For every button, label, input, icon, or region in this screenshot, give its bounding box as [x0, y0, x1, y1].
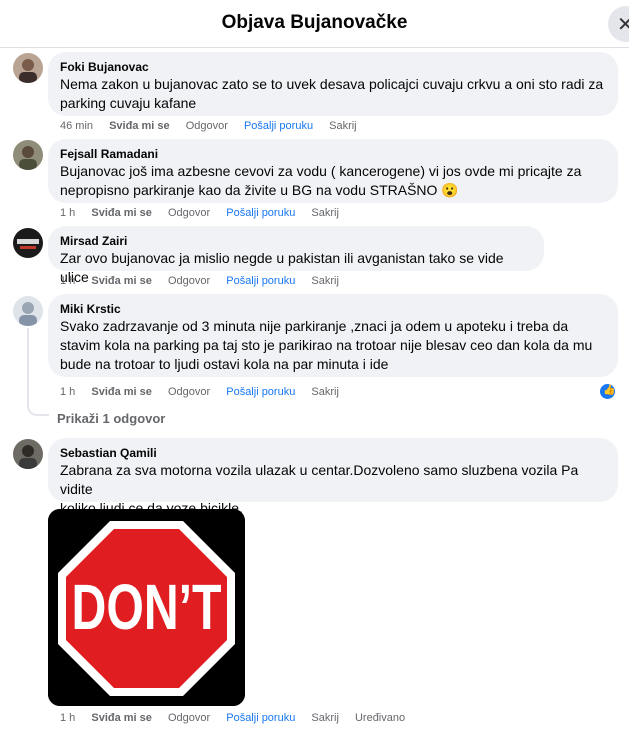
- like-button[interactable]: Sviđa mi se: [91, 275, 152, 287]
- hide-button[interactable]: Sakrij: [311, 207, 339, 219]
- hide-button[interactable]: Sakrij: [311, 386, 339, 398]
- comment-text-line: Nema zakon u bujanovac zato se to uvek d…: [60, 76, 604, 92]
- dialog-title: Objava Bujanovačke: [221, 12, 408, 33]
- avatar[interactable]: [13, 228, 43, 258]
- comment-author[interactable]: Sebastian Qamili: [60, 445, 606, 461]
- comment-actions: 1 h Sviđa mi se Odgovor Pošalji poruku S…: [60, 386, 352, 398]
- thumbs-up-icon: 👍: [603, 385, 616, 396]
- comment-actions: 1 h Sviđa mi se Odgovor Pošalji poruku S…: [60, 207, 352, 219]
- avatar[interactable]: [13, 439, 43, 469]
- dialog-header: Objava Bujanovačke ✕: [0, 0, 629, 48]
- comment-author[interactable]: Miki Krstic: [60, 301, 606, 317]
- hide-button[interactable]: Sakrij: [311, 275, 339, 287]
- send-message-button[interactable]: Pošalji poruku: [226, 207, 295, 219]
- comment-text-line: nepropisno parkiranje kao da živite u BG…: [60, 182, 459, 198]
- comment-bubble: Foki Bujanovac Nema zakon u bujanovac za…: [48, 52, 618, 116]
- comment-time[interactable]: 1 h: [60, 386, 75, 398]
- comment-text-line: stavim kola na parking pa taj sto je par…: [60, 337, 593, 353]
- hide-button[interactable]: Sakrij: [329, 120, 357, 132]
- comment-author[interactable]: Mirsad Zairi: [60, 233, 532, 249]
- thread-line: [27, 328, 29, 408]
- avatar[interactable]: [13, 296, 43, 326]
- hide-button[interactable]: Sakrij: [311, 712, 339, 724]
- like-button[interactable]: Sviđa mi se: [91, 386, 152, 398]
- comment-time[interactable]: 1 h: [60, 712, 75, 724]
- comment-text-line: parking cuvaju kafane: [60, 95, 197, 111]
- avatar[interactable]: [13, 140, 43, 170]
- close-icon: ✕: [617, 12, 629, 36]
- comment-image[interactable]: DON’T: [48, 509, 245, 706]
- comment-time[interactable]: 1 h: [60, 207, 75, 219]
- comment-actions: 1 h Sviđa mi se Odgovor Pošalji poruku S…: [60, 712, 418, 724]
- send-message-button[interactable]: Pošalji poruku: [226, 386, 295, 398]
- like-reaction-badge[interactable]: 👍: [599, 383, 616, 400]
- reply-button[interactable]: Odgovor: [186, 120, 228, 132]
- reply-button[interactable]: Odgovor: [168, 275, 210, 287]
- show-replies-link[interactable]: Prikaži 1 odgovor: [57, 411, 165, 426]
- send-message-button[interactable]: Pošalji poruku: [226, 275, 295, 287]
- comment-time[interactable]: 1 h: [60, 275, 75, 287]
- edited-label: Uređivano: [354, 712, 406, 724]
- reply-button[interactable]: Odgovor: [168, 712, 210, 724]
- like-button[interactable]: Sviđa mi se: [91, 712, 152, 724]
- comment-actions: 1 h Sviđa mi se Odgovor Pošalji poruku S…: [60, 275, 352, 287]
- avatar[interactable]: [13, 53, 43, 83]
- like-button[interactable]: Sviđa mi se: [109, 120, 170, 132]
- comment-bubble: Fejsall Ramadani Bujanovac još ima azbes…: [48, 139, 618, 203]
- send-message-button[interactable]: Pošalji poruku: [226, 712, 295, 724]
- comment-actions: 46 min Sviđa mi se Odgovor Pošalji poruk…: [60, 120, 370, 132]
- comment-time[interactable]: 46 min: [60, 120, 93, 132]
- comment-author[interactable]: Foki Bujanovac: [60, 59, 606, 75]
- stop-sign-text: DON’T: [72, 571, 222, 643]
- comment-bubble: Miki Krstic Svako zadrzavanje od 3 minut…: [48, 294, 618, 377]
- reply-button[interactable]: Odgovor: [168, 386, 210, 398]
- comment-text-line: Bujanovac još ima azbesne cevovi za vodu…: [60, 163, 582, 179]
- reply-button[interactable]: Odgovor: [168, 207, 210, 219]
- comment-author[interactable]: Fejsall Ramadani: [60, 146, 606, 162]
- comment-text-line: Svako zadrzavanje od 3 minuta nije parki…: [60, 318, 569, 334]
- like-button[interactable]: Sviđa mi se: [91, 207, 152, 219]
- comment-text-line: Zabrana za sva motorna vozila ulazak u c…: [60, 462, 579, 497]
- comment-bubble: Mirsad Zairi Zar ovo bujanovac ja mislio…: [48, 226, 544, 285]
- comment-text-line: bude na trotoar to ljudi ostavi kola na …: [60, 356, 389, 372]
- comment-bubble: Sebastian Qamili Zabrana za sva motorna …: [48, 438, 618, 516]
- send-message-button[interactable]: Pošalji poruku: [244, 120, 313, 132]
- reply-connector: [27, 398, 49, 416]
